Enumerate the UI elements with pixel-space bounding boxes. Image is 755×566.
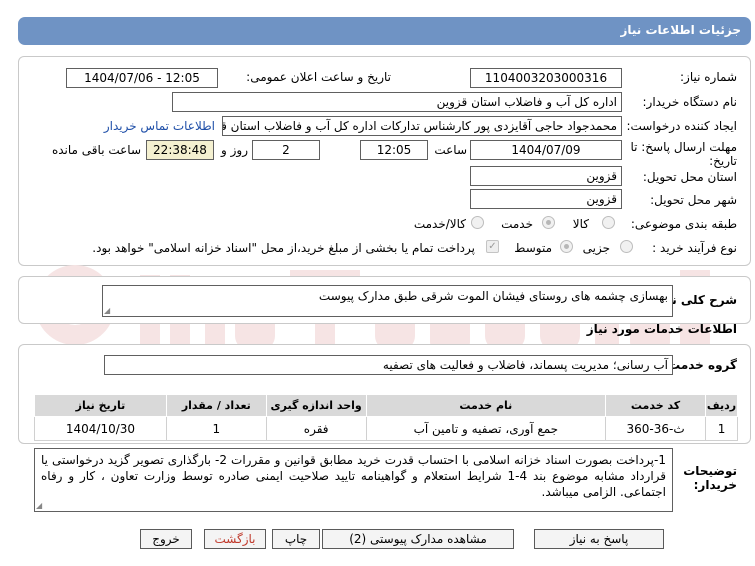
category-goods-radio-icon[interactable] [602, 216, 615, 229]
need-number-label: شماره نیاز: [680, 70, 737, 84]
deadline-date-field: 1404/07/09 [470, 140, 622, 160]
col-service-name: نام خدمت [365, 394, 607, 417]
service-group-label: گروه خدمت: [663, 358, 737, 372]
resize-handle-icon[interactable]: ◢ [104, 306, 110, 315]
days-field: 2 [252, 140, 320, 160]
col-service-code: کد خدمت [605, 394, 707, 417]
deadline-label: مهلت ارسال پاسخ: تا [630, 140, 737, 154]
page-header: جزئیات اطلاعات نیاز [18, 17, 751, 45]
table-row: 1 ث-36-360 جمع آوری، تصفیه و تامین آب فق… [34, 416, 738, 441]
buyer-notes-label-2: خریدار: [693, 478, 737, 492]
remaining-time-label: ساعت باقی مانده [51, 143, 141, 157]
city-label: شهر محل تحویل: [650, 193, 737, 207]
need-date-cell: 1404/10/30 [34, 416, 167, 441]
col-row-number: ردیف [705, 394, 738, 417]
process-minor-radio-icon[interactable] [620, 240, 633, 253]
row-number-cell: 1 [705, 416, 738, 441]
buyer-org-label: نام دستگاه خریدار: [642, 95, 738, 109]
need-number-field: 1104003203000316 [470, 68, 622, 88]
announce-datetime-label: تاریخ و ساعت اعلان عمومی: [246, 70, 391, 84]
services-table: ردیف کد خدمت نام خدمت واحد اندازه گیری ت… [34, 394, 738, 441]
city-field: قزوین [470, 189, 622, 209]
exit-button[interactable]: خروج [140, 529, 192, 549]
creator-field: محمدجواد حاجی آقایزدی پور کارشناس تدارکا… [222, 116, 622, 136]
deadline-date-label: تاریخ: [709, 154, 737, 168]
unit-cell: فقره [265, 416, 367, 441]
days-label: روز و [221, 143, 248, 157]
table-header-row: ردیف کد خدمت نام خدمت واحد اندازه گیری ت… [34, 394, 738, 417]
deadline-time-field: 12:05 [360, 140, 428, 160]
announce-datetime-field: 1404/07/06 - 12:05 [66, 68, 218, 88]
col-need-date: تاریخ نیاز [34, 394, 167, 417]
back-button[interactable]: بازگشت [204, 529, 266, 549]
process-label: نوع فرآیند خرید : [652, 241, 737, 255]
category-label: طبقه بندی موضوعی: [630, 217, 737, 231]
category-goods-label: کالا [572, 217, 589, 231]
category-goods-service-radio-icon[interactable] [471, 216, 484, 229]
category-service-radio-icon[interactable] [542, 216, 555, 229]
col-quantity: تعداد / مقدار [165, 394, 267, 417]
buyer-contact-link[interactable]: اطلاعات تماس خریدار [104, 119, 215, 133]
process-minor-label: جزیی [582, 241, 610, 255]
buyer-org-field: اداره کل آب و فاضلاب استان قزوین [172, 92, 622, 112]
buyer-notes-label: توضیحات [683, 464, 737, 478]
description-field[interactable]: بهسازی چشمه های روستای فیشان الموت شرقی … [102, 285, 673, 317]
quantity-cell: 1 [165, 416, 267, 441]
process-medium-radio-icon[interactable] [560, 240, 573, 253]
process-medium-label: متوسط [514, 241, 552, 255]
treasury-note: پرداخت تمام یا بخشی از مبلغ خرید،از محل … [92, 241, 475, 255]
treasury-checkmark-icon: ✓ [486, 240, 499, 253]
remaining-time-field: 22:38:48 [146, 140, 214, 160]
reply-button[interactable]: پاسخ به نیاز [534, 529, 664, 549]
category-service-label: خدمت [501, 217, 533, 231]
category-goods-service-label: کالا/خدمت [413, 217, 466, 231]
page-title: جزئیات اطلاعات نیاز [620, 23, 741, 37]
buyer-notes-field[interactable]: 1-پرداخت بصورت اسناد خزانه اسلامی با احت… [34, 448, 673, 512]
service-group-field: آب رسانی؛ مدیریت پسماند، فاضلاب و فعالیت… [104, 355, 673, 375]
service-name-cell: جمع آوری، تصفیه و تامین آب [365, 416, 607, 441]
view-attachments-button[interactable]: مشاهده مدارک پیوستی (2) [322, 529, 514, 549]
deadline-time-label: ساعت [434, 143, 467, 157]
creator-label: ایجاد کننده درخواست: [626, 119, 737, 133]
col-unit: واحد اندازه گیری [265, 394, 367, 417]
province-field: قزوین [470, 166, 622, 186]
province-label: استان محل تحویل: [642, 170, 737, 184]
service-code-cell: ث-36-360 [605, 416, 707, 441]
notes-resize-handle-icon[interactable]: ◢ [36, 501, 42, 510]
services-section-title: اطلاعات خدمات مورد نیاز [586, 322, 737, 336]
print-button[interactable]: چاپ [272, 529, 320, 549]
